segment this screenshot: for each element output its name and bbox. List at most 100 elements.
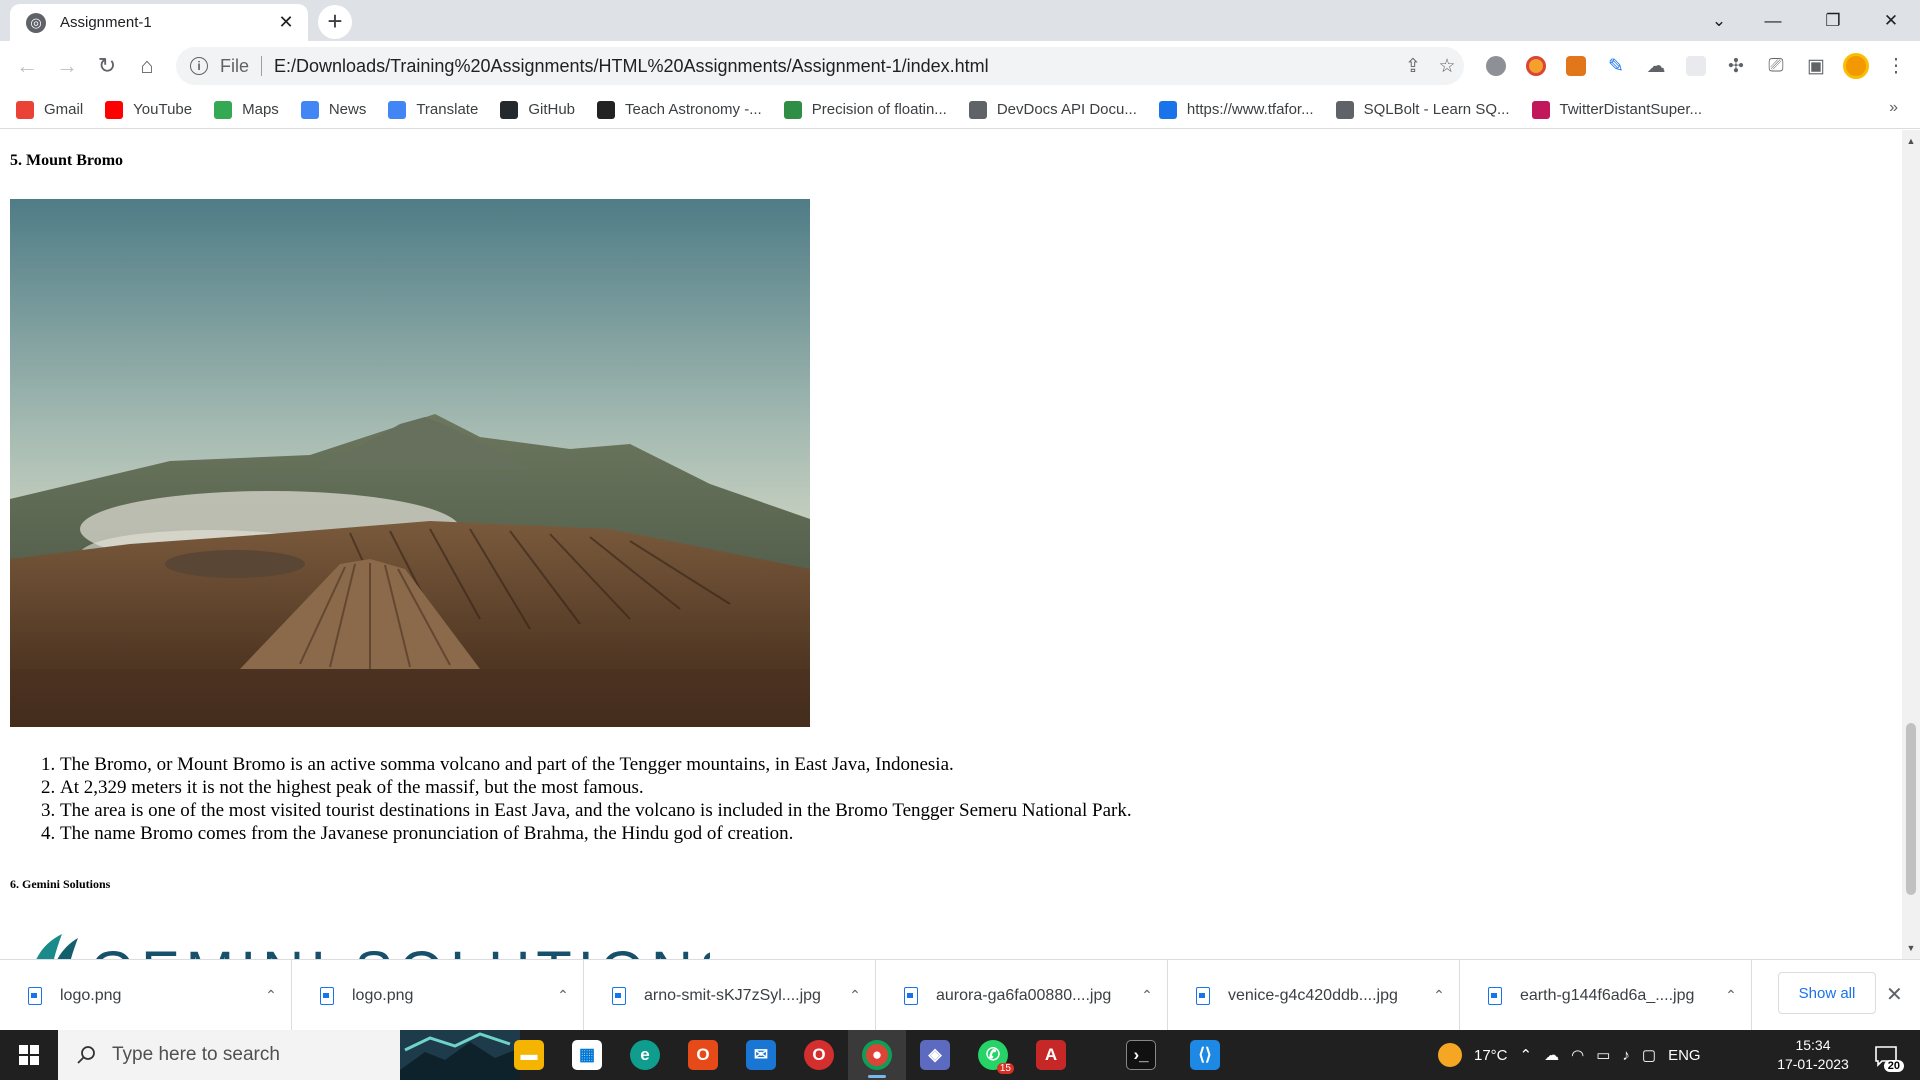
bookmark-star-icon[interactable]: ☆ (1430, 55, 1464, 78)
tab-assignment-1[interactable]: ◎ Assignment-1 ✕ (10, 4, 308, 41)
tray-chevron-icon[interactable]: ⌃ (1520, 1046, 1533, 1064)
bug-extension-icon[interactable] (1476, 49, 1516, 83)
chevron-up-icon[interactable]: ⌃ (1711, 987, 1751, 1004)
weather-sun-icon[interactable] (1438, 1043, 1462, 1067)
chevron-up-icon[interactable]: ⌃ (1419, 987, 1459, 1004)
minimize-button[interactable]: — (1750, 0, 1796, 41)
taskbar-acrobat[interactable]: A (1022, 1030, 1080, 1080)
close-window-button[interactable]: ✕ (1868, 0, 1914, 41)
translate-icon (388, 100, 407, 119)
chevron-up-icon[interactable]: ⌃ (1127, 987, 1167, 1004)
page-viewport: 5. Mount Bromo 1. The Bromo, or Mount Br… (0, 130, 1902, 959)
bookmark-item[interactable]: Gmail (16, 100, 83, 119)
restore-button[interactable]: ❐ (1810, 0, 1856, 41)
url-text[interactable]: E:/Downloads/Training%20Assignments/HTML… (274, 56, 1396, 77)
colorful-extension-icon[interactable] (1516, 49, 1556, 83)
close-tab-icon[interactable]: ✕ (274, 12, 298, 33)
edge-icon: e (630, 1040, 660, 1070)
cloud-extension-icon[interactable]: ☁ (1636, 49, 1676, 83)
download-item[interactable]: aurora-ga6fa00880....jpg ⌃ (876, 960, 1168, 1031)
database-icon (1335, 100, 1354, 119)
download-item[interactable]: arno-smit-sKJ7zSyl....jpg ⌃ (584, 960, 876, 1031)
bookmark-item[interactable]: GitHub (500, 100, 575, 119)
bookmark-item[interactable]: Maps (214, 100, 279, 119)
metamask-icon[interactable] (1556, 49, 1596, 83)
share-icon[interactable]: ⇪ (1396, 55, 1430, 78)
notification-center-button[interactable]: 20 (1868, 1040, 1904, 1072)
battery-icon[interactable]: ▭ (1596, 1046, 1610, 1064)
volume-icon[interactable]: ♪ (1622, 1047, 1630, 1064)
scrollbar-thumb[interactable] (1906, 723, 1916, 895)
bookmark-item[interactable]: Precision of floatin... (783, 100, 947, 119)
tab-strip: ◎ Assignment-1 ✕ + ⌄ — ❐ ✕ (0, 0, 1920, 41)
tab-search-chevron-icon[interactable]: ⌄ (1696, 0, 1742, 41)
chrome-icon: ● (862, 1040, 892, 1070)
omnibox-divider (261, 56, 263, 76)
meet-icon[interactable]: ▢ (1642, 1046, 1656, 1064)
taskbar-file-explorer[interactable]: ▬ (500, 1030, 558, 1080)
chevron-up-icon[interactable]: ⌃ (543, 987, 583, 1004)
bookmark-item[interactable]: Translate (388, 100, 479, 119)
start-button[interactable] (0, 1030, 58, 1080)
system-tray: 17°C ⌃ ☁ ◠ ▭ ♪ ▢ ENG (1438, 1030, 1713, 1080)
bookmark-item[interactable]: YouTube (105, 100, 193, 119)
download-item[interactable]: venice-g4c420ddb....jpg ⌃ (1168, 960, 1460, 1031)
taskbar-terminal[interactable]: ›_ (1112, 1030, 1170, 1080)
download-filename: earth-g144f6ad6a_....jpg (1520, 986, 1695, 1004)
bookmark-item[interactable]: SQLBolt - Learn SQ... (1335, 100, 1510, 119)
taskbar-edge[interactable]: e (616, 1030, 674, 1080)
bookmark-item[interactable]: TwitterDistantSuper... (1531, 100, 1702, 119)
bookmark-item[interactable]: https://www.tfafor... (1158, 100, 1314, 119)
taskbar-opera[interactable]: O (790, 1030, 848, 1080)
bookmark-label: Translate (416, 101, 479, 118)
page-scrollbar[interactable]: ▲ ▼ (1902, 130, 1920, 959)
reload-button[interactable]: ↻ (90, 49, 124, 83)
taskbar-store[interactable]: ▦ (558, 1030, 616, 1080)
language-indicator[interactable]: ENG (1668, 1047, 1701, 1064)
extensions-puzzle-icon[interactable]: ✣ (1716, 49, 1756, 83)
scroll-up-arrow-icon[interactable]: ▲ (1902, 132, 1920, 150)
info-icon[interactable]: i (190, 57, 208, 75)
side-panel-icon[interactable]: ▣ (1796, 49, 1836, 83)
acrobat-icon: A (1036, 1040, 1066, 1070)
scroll-down-arrow-icon[interactable]: ▼ (1902, 939, 1920, 957)
taskbar-search-box[interactable]: Type here to search (58, 1030, 520, 1080)
close-downloads-bar-icon[interactable]: ✕ (1886, 982, 1903, 1007)
taskbar-vscode[interactable]: ⟨⟩ (1176, 1030, 1234, 1080)
download-item[interactable]: earth-g144f6ad6a_....jpg ⌃ (1460, 960, 1752, 1031)
new-tab-button[interactable]: + (318, 5, 352, 39)
weather-temperature[interactable]: 17°C (1474, 1047, 1508, 1064)
taskbar-clock[interactable]: 15:34 17-01-2023 (1758, 1036, 1868, 1074)
bookmark-item[interactable]: Teach Astronomy -... (597, 100, 762, 119)
geeks-icon (783, 100, 802, 119)
taskbar-whatsapp[interactable]: ✆ 15 (964, 1030, 1022, 1080)
section-heading-gemini-solutions: 6. Gemini Solutions (10, 877, 111, 891)
cast-icon[interactable]: ⎚ (1756, 49, 1796, 83)
onedrive-icon[interactable]: ☁ (1544, 1046, 1559, 1064)
bookmark-item[interactable]: News (300, 100, 366, 119)
bookmark-item[interactable]: DevDocs API Docu... (968, 100, 1137, 119)
back-button[interactable]: ← (10, 49, 44, 83)
bookmark-label: SQLBolt - Learn SQ... (1363, 101, 1510, 118)
download-item[interactable]: logo.png ⌃ (292, 960, 584, 1031)
clock-time: 15:34 (1795, 1037, 1831, 1053)
chevron-up-icon[interactable]: ⌃ (835, 987, 875, 1004)
taskbar-chrome[interactable]: ● (848, 1030, 906, 1080)
wifi-icon[interactable]: ◠ (1571, 1046, 1584, 1064)
menu-kebab-icon[interactable]: ⋮ (1876, 49, 1916, 83)
feather-extension-icon[interactable]: ✎ (1596, 49, 1636, 83)
download-item[interactable]: logo.png ⌃ (0, 960, 292, 1031)
fact-list-item: The Bromo, or Mount Bromo is an active s… (60, 753, 1132, 776)
bookmarks-overflow-icon[interactable]: » (1889, 99, 1898, 117)
bookmark-label: YouTube (133, 101, 193, 118)
profile-avatar[interactable] (1836, 49, 1876, 83)
chevron-up-icon[interactable]: ⌃ (251, 987, 291, 1004)
taskbar-virtualbox[interactable]: ◈ (906, 1030, 964, 1080)
home-button[interactable]: ⌂ (130, 49, 164, 83)
show-all-downloads-button[interactable]: Show all (1778, 972, 1876, 1014)
taskbar-office[interactable]: O (674, 1030, 732, 1080)
taskbar-mail[interactable]: ✉ (732, 1030, 790, 1080)
forward-button[interactable]: → (50, 49, 84, 83)
grey-extension-icon[interactable] (1676, 49, 1716, 83)
address-bar[interactable]: i File E:/Downloads/Training%20Assignmen… (176, 47, 1464, 85)
